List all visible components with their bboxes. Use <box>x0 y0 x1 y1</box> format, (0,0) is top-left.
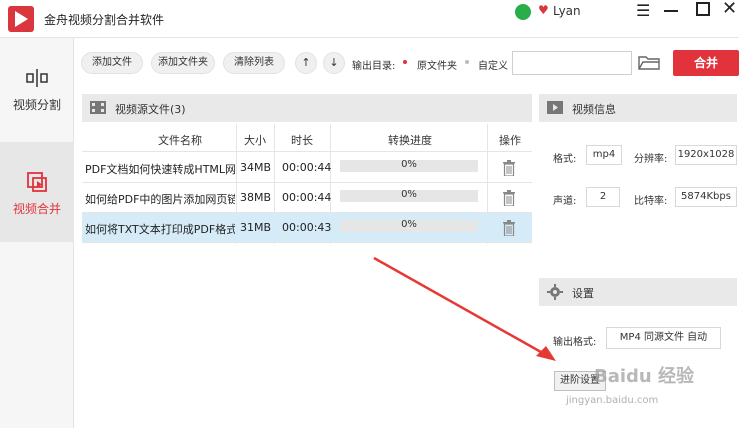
baidu-watermark: Baidu 经验 <box>594 366 695 387</box>
baidu-watermark-url: jingyan.baidu.com <box>566 395 659 406</box>
